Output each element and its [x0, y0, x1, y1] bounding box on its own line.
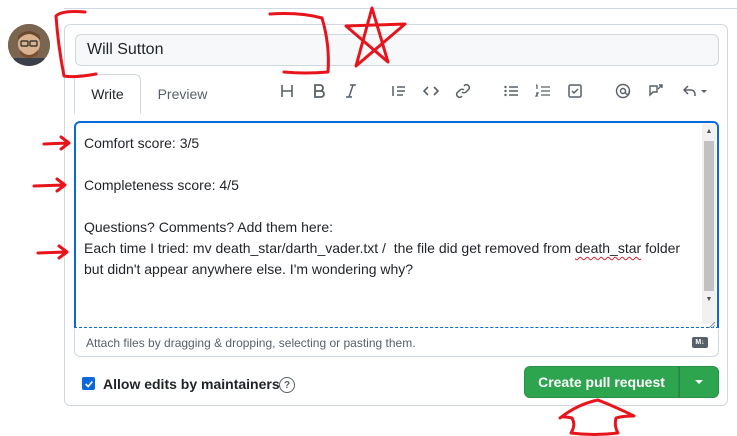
bulleted-list-icon[interactable]	[499, 80, 523, 102]
editor-line-question-a: Each time I tried: mv death_star/darth_v…	[84, 240, 576, 256]
resize-handle-icon[interactable]	[707, 316, 716, 329]
reply-icon[interactable]	[677, 80, 711, 102]
tab-preview[interactable]: Preview	[145, 74, 220, 114]
task-list-icon[interactable]	[563, 80, 587, 102]
create-pull-request-button[interactable]: Create pull request	[524, 366, 679, 398]
scrollbar-thumb[interactable]	[704, 141, 714, 291]
attach-files-hint: Attach files by dragging & dropping, sel…	[86, 335, 416, 350]
comment-body-textarea[interactable]: Comfort score: 3/5 Completeness score: 4…	[74, 121, 719, 328]
help-icon[interactable]: ?	[279, 377, 295, 393]
avatar[interactable]	[8, 24, 50, 66]
scroll-up-icon[interactable]: ▲	[702, 124, 716, 138]
spellcheck-word: death_star	[575, 240, 642, 256]
annotation-arrow-3	[36, 244, 69, 260]
quote-icon[interactable]	[387, 80, 411, 102]
attach-files-bar[interactable]: Attach files by dragging & dropping, sel…	[74, 329, 719, 357]
create-options-dropdown[interactable]	[679, 366, 719, 398]
bold-icon[interactable]	[307, 80, 331, 102]
code-icon[interactable]	[419, 80, 443, 102]
allow-edits-label[interactable]: Allow edits by maintainers	[103, 376, 280, 392]
markdown-icon[interactable]: M↓	[692, 337, 708, 348]
previous-section-edge	[0, 0, 737, 10]
chevron-down-icon	[700, 89, 707, 93]
cross-reference-icon[interactable]	[643, 80, 667, 102]
link-icon[interactable]	[451, 80, 475, 102]
tab-write[interactable]: Write	[74, 74, 141, 114]
heading-icon[interactable]	[275, 80, 299, 102]
italic-icon[interactable]	[339, 80, 363, 102]
annotation-arrow-2	[32, 177, 67, 193]
mention-icon[interactable]	[611, 80, 635, 102]
editor-line-questions: Questions? Comments? Add them here:	[84, 219, 334, 235]
comment-body-text: Comfort score: 3/5 Completeness score: 4…	[84, 133, 696, 280]
chevron-down-icon	[695, 380, 703, 384]
title-input[interactable]	[75, 34, 719, 66]
editor-line-comfort: Comfort score: 3/5	[84, 135, 200, 151]
editor-line-completeness: Completeness score: 4/5	[84, 177, 239, 193]
numbered-list-icon[interactable]	[531, 80, 555, 102]
scroll-down-icon[interactable]: ▼	[702, 292, 716, 306]
allow-edits-checkbox[interactable]	[82, 377, 95, 390]
